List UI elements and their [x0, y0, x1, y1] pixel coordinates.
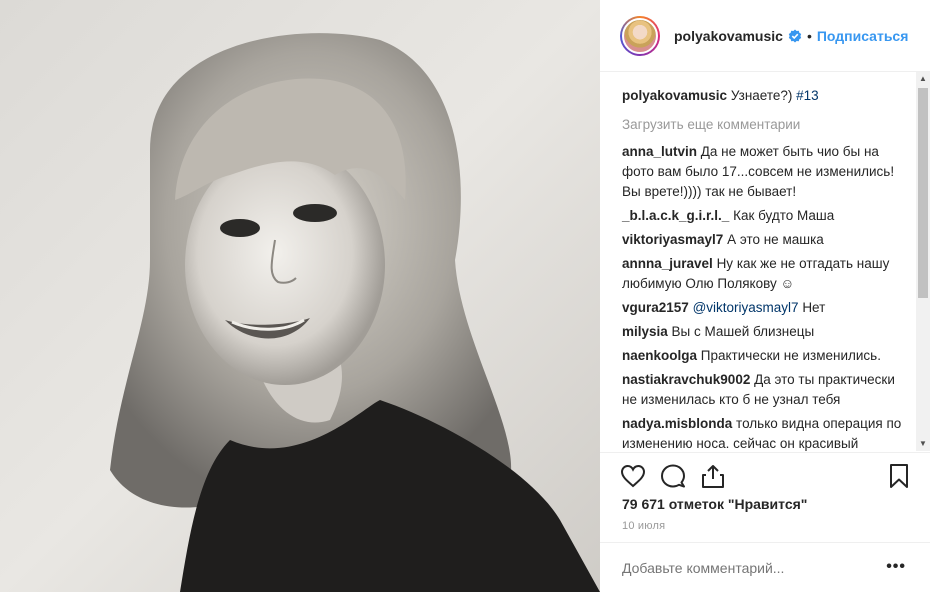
- heart-icon[interactable]: [620, 463, 646, 489]
- comments-list[interactable]: polyakovamusic Узнаете?) #13 Загрузить е…: [600, 72, 922, 451]
- comment-username[interactable]: nastiakravchuk9002: [622, 372, 750, 387]
- comment-item: nadya.misblonda только видна операция по…: [622, 414, 906, 451]
- post-actions-bar: [600, 452, 930, 496]
- comment-text: Практически не изменились.: [700, 348, 881, 363]
- comment-username[interactable]: annna_juravel: [622, 256, 713, 271]
- post-caption: polyakovamusic Узнаете?) #13: [622, 86, 906, 106]
- post-side-panel: polyakovamusic • Подписаться polyakovamu…: [600, 0, 930, 592]
- comment-username[interactable]: nadya.misblonda: [622, 416, 732, 431]
- post-date[interactable]: 10 июля: [622, 520, 665, 532]
- comment-item: milysia Вы с Машей близнецы: [622, 322, 906, 342]
- share-icon[interactable]: [700, 463, 726, 489]
- comment-item: naenkoolga Практически не изменились.: [622, 346, 906, 366]
- comment-text: Нет: [802, 300, 826, 315]
- scrollbar-thumb[interactable]: [918, 88, 928, 298]
- comment-username[interactable]: anna_lutvin: [622, 144, 697, 159]
- load-more-comments-button[interactable]: Загрузить еще комментарии: [622, 116, 906, 134]
- comment-username[interactable]: milysia: [622, 324, 668, 339]
- avatar[interactable]: [620, 15, 660, 56]
- comment-item: nastiakravchuk9002 Да это ты практически…: [622, 370, 906, 410]
- comment-username[interactable]: _b.l.a.c.k_g.i.r.l._: [622, 208, 729, 223]
- comment-item: anna_lutvin Да не может быть чио бы на ф…: [622, 142, 906, 202]
- caption-username[interactable]: polyakovamusic: [622, 88, 727, 103]
- caption-hashtag[interactable]: #13: [796, 88, 819, 103]
- comment-item: annna_juravel Ну как же не отгадать нашу…: [622, 254, 906, 294]
- scroll-up-arrow-icon[interactable]: ▲: [916, 72, 930, 86]
- portrait-image: [0, 0, 600, 592]
- comment-item: viktoriyasmayl7 А это не машка: [622, 230, 906, 250]
- header-username[interactable]: polyakovamusic: [674, 28, 783, 44]
- comment-mention[interactable]: @viktoriyasmayl7: [693, 300, 799, 315]
- comment-username[interactable]: vgura2157: [622, 300, 689, 315]
- caption-text: Узнаете?): [730, 88, 793, 103]
- comment-text: А это не машка: [727, 232, 824, 247]
- post-header: polyakovamusic • Подписаться: [600, 0, 930, 72]
- verified-badge-icon: [788, 29, 802, 42]
- add-comment-input[interactable]: [622, 559, 930, 576]
- comment-text: Как будто Маша: [733, 208, 835, 223]
- follow-button[interactable]: Подписаться: [817, 28, 909, 44]
- comment-item: _b.l.a.c.k_g.i.r.l._ Как будто Маша: [622, 206, 906, 226]
- comment-username[interactable]: naenkoolga: [622, 348, 697, 363]
- comments-scrollbar[interactable]: ▲ ▼: [916, 72, 930, 451]
- add-comment-bar: [600, 542, 930, 592]
- comment-username[interactable]: viktoriyasmayl7: [622, 232, 723, 247]
- header-separator: •: [806, 27, 812, 44]
- scroll-down-arrow-icon[interactable]: ▼: [916, 437, 930, 451]
- more-options-button[interactable]: •••: [886, 558, 906, 576]
- comment-text: Вы с Машей близнецы: [671, 324, 815, 339]
- bookmark-icon[interactable]: [886, 463, 912, 489]
- comment-icon[interactable]: [660, 463, 686, 489]
- post-photo[interactable]: [0, 0, 600, 592]
- comment-item: vgura2157 @viktoriyasmayl7 Нет: [622, 298, 906, 318]
- likes-count[interactable]: 79 671 отметок "Нравится": [622, 496, 807, 512]
